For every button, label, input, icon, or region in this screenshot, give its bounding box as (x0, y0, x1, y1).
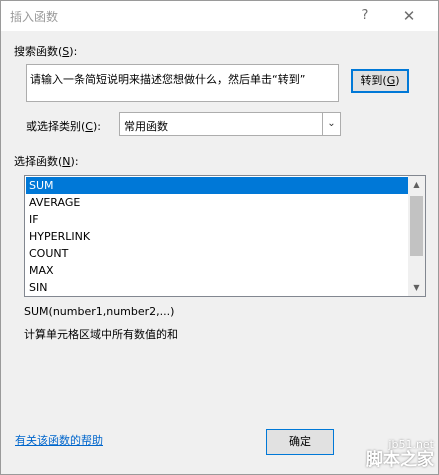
list-item[interactable]: HYPERLINK (26, 228, 408, 245)
search-input[interactable]: 请输入一条简短说明来描述您想做什么，然后单击“转到” (26, 64, 339, 102)
function-list-label-prefix: 选择函数( (14, 155, 63, 168)
function-list-label-key: N (62, 155, 71, 168)
chevron-down-icon[interactable]: ⌄ (322, 113, 340, 135)
function-description: 计算单元格区域中所有数值的和 (24, 328, 178, 341)
search-label-prefix: 搜索函数( (14, 45, 63, 58)
function-list-label-suffix: ): (70, 155, 79, 168)
list-item[interactable]: IF (26, 211, 408, 228)
list-item[interactable]: AVERAGE (26, 194, 408, 211)
category-selected-value: 常用函数 (124, 120, 168, 133)
goto-button[interactable]: 转到(G) (351, 69, 409, 93)
search-label: 搜索函数(S): (14, 43, 77, 59)
insert-function-dialog: 插入函数 ? ✕ 搜索函数(S): 请输入一条简短说明来描述您想做什么，然后单击… (0, 0, 439, 475)
category-label-suffix: ): (92, 120, 101, 133)
list-item[interactable]: MAX (26, 262, 408, 279)
dialog-title: 插入函数 (10, 10, 59, 24)
goto-label-suffix: ) (395, 74, 400, 87)
function-help-link[interactable]: 有关该函数的帮助 (15, 432, 103, 448)
list-item[interactable]: SUM (26, 177, 408, 194)
scroll-down-icon[interactable]: ▼ (408, 279, 425, 296)
close-icon[interactable]: ✕ (395, 4, 423, 28)
category-label: 或选择类别(C): (26, 118, 101, 134)
function-syntax: SUM(number1,number2,...) (24, 305, 175, 318)
goto-label-key: G (386, 74, 396, 87)
list-item[interactable]: SIN (26, 279, 408, 296)
vertical-scrollbar[interactable]: ▲ ▼ (408, 176, 425, 296)
function-list[interactable]: SUM AVERAGE IF HYPERLINK COUNT MAX SIN ▲… (24, 175, 426, 297)
category-label-key: C (85, 120, 93, 133)
watermark: jb51.net 脚本之家 (366, 439, 434, 470)
search-input-text: 请输入一条简短说明来描述您想做什么，然后单击“转到” (30, 73, 306, 86)
function-list-items: SUM AVERAGE IF HYPERLINK COUNT MAX SIN (26, 177, 408, 296)
category-select[interactable]: 常用函数 ⌄ (119, 112, 341, 136)
title-bar: 插入函数 ? ✕ (1, 1, 438, 31)
scrollbar-thumb[interactable] (410, 196, 423, 256)
list-item[interactable]: COUNT (26, 245, 408, 262)
scroll-up-icon[interactable]: ▲ (408, 176, 425, 193)
search-label-suffix: ): (69, 45, 78, 58)
goto-label-prefix: 转到( (360, 74, 387, 87)
watermark-name: 脚本之家 (366, 450, 434, 471)
category-label-prefix: 或选择类别( (26, 120, 86, 133)
ok-button[interactable]: 确定 (266, 429, 334, 455)
function-list-label: 选择函数(N): (14, 153, 79, 169)
help-icon[interactable]: ? (351, 4, 379, 28)
